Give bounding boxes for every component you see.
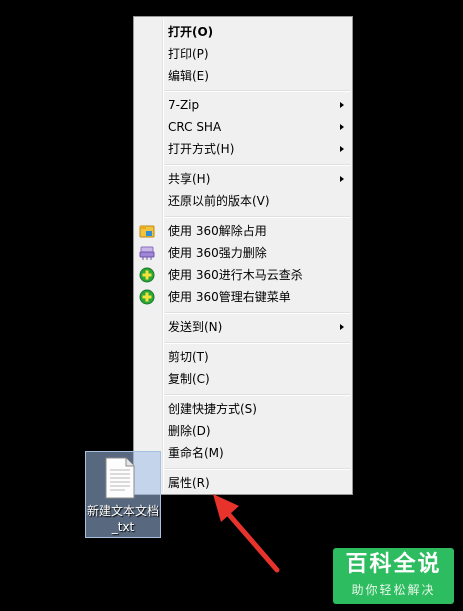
menu-item-360-menu-manager[interactable]: 使用 360管理右键菜单 xyxy=(136,286,350,308)
menu-item-delete[interactable]: 删除(D) xyxy=(136,420,350,442)
menu-separator xyxy=(165,164,350,166)
menu-item-send-to[interactable]: 发送到(N) xyxy=(136,316,350,338)
context-menu: 打开(O) 打印(P) 编辑(E) 7-Zip CRC SHA 打开方式(H) … xyxy=(133,16,353,495)
submenu-arrow-icon xyxy=(340,176,344,182)
menu-item-create-shortcut[interactable]: 创建快捷方式(S) xyxy=(136,398,350,420)
watermark-subtitle: 助你轻松解决 xyxy=(351,583,436,597)
menu-item-copy[interactable]: 复制(C) xyxy=(136,368,350,390)
menu-item-cut[interactable]: 剪切(T) xyxy=(136,346,350,368)
menu-item-label: 创建快捷方式(S) xyxy=(168,402,257,416)
menu-separator xyxy=(165,312,350,314)
watermark-title: 百科全说 xyxy=(345,552,442,577)
menu-item-360-shred[interactable]: 使用 360强力删除 xyxy=(136,242,350,264)
menu-item-label: 发送到(N) xyxy=(168,320,223,334)
360-unlock-icon xyxy=(139,225,155,238)
menu-item-label: 剪切(T) xyxy=(168,350,209,364)
menu-item-label: 重命名(M) xyxy=(168,446,224,460)
submenu-arrow-icon xyxy=(340,324,344,330)
menu-separator xyxy=(165,394,350,396)
submenu-arrow-icon xyxy=(340,102,344,108)
menu-item-label: 共享(H) xyxy=(168,172,211,186)
menu-separator xyxy=(165,216,350,218)
menu-item-label: 属性(R) xyxy=(168,476,210,490)
menu-separator xyxy=(165,90,350,92)
menu-item-share[interactable]: 共享(H) xyxy=(136,168,350,190)
menu-item-label: 使用 360管理右键菜单 xyxy=(168,290,291,304)
menu-item-360-unlock[interactable]: 使用 360解除占用 xyxy=(136,220,350,242)
red-arrow-annotation xyxy=(213,494,280,573)
menu-item-label: 打开(O) xyxy=(168,25,214,39)
file-name-line2: _txt xyxy=(111,520,135,534)
menu-item-edit[interactable]: 编辑(E) xyxy=(136,65,350,87)
submenu-arrow-icon xyxy=(340,146,344,152)
360-scan-icon xyxy=(139,267,155,283)
menu-item-360-scan[interactable]: 使用 360进行木马云查杀 xyxy=(136,264,350,286)
menu-item-open-with[interactable]: 打开方式(H) xyxy=(136,138,350,160)
menu-item-label: 还原以前的版本(V) xyxy=(168,194,270,208)
menu-separator xyxy=(165,342,350,344)
menu-item-rename[interactable]: 重命名(M) xyxy=(136,442,350,464)
watermark-logo: 百科全说 助你轻松解决 xyxy=(333,548,454,604)
menu-item-label: 7-Zip xyxy=(168,98,200,112)
menu-item-label: 使用 360解除占用 xyxy=(168,224,267,238)
menu-item-label: 使用 360进行木马云查杀 xyxy=(168,268,303,282)
menu-separator xyxy=(165,468,350,470)
menu-item-7zip[interactable]: 7-Zip xyxy=(136,94,350,116)
desktop-file-name[interactable]: 新建文本文档 _txt xyxy=(85,503,161,535)
menu-item-label: 复制(C) xyxy=(168,372,210,386)
menu-item-label: 使用 360强力删除 xyxy=(168,246,267,260)
menu-item-label: CRC SHA xyxy=(168,120,222,134)
menu-item-label: 编辑(E) xyxy=(168,69,209,83)
menu-item-open[interactable]: 打开(O) xyxy=(136,21,350,43)
menu-item-label: 删除(D) xyxy=(168,424,211,438)
text-file-icon[interactable] xyxy=(105,457,135,499)
menu-item-crc-sha[interactable]: CRC SHA xyxy=(136,116,350,138)
menu-item-print[interactable]: 打印(P) xyxy=(136,43,350,65)
menu-item-restore-versions[interactable]: 还原以前的版本(V) xyxy=(136,190,350,212)
file-name-line1: 新建文本文档 xyxy=(86,504,159,518)
360-menu-manager-icon xyxy=(139,289,155,305)
360-shred-icon xyxy=(139,246,155,260)
menu-item-label: 打印(P) xyxy=(168,47,209,61)
menu-item-label: 打开方式(H) xyxy=(168,142,235,156)
submenu-arrow-icon xyxy=(340,124,344,130)
